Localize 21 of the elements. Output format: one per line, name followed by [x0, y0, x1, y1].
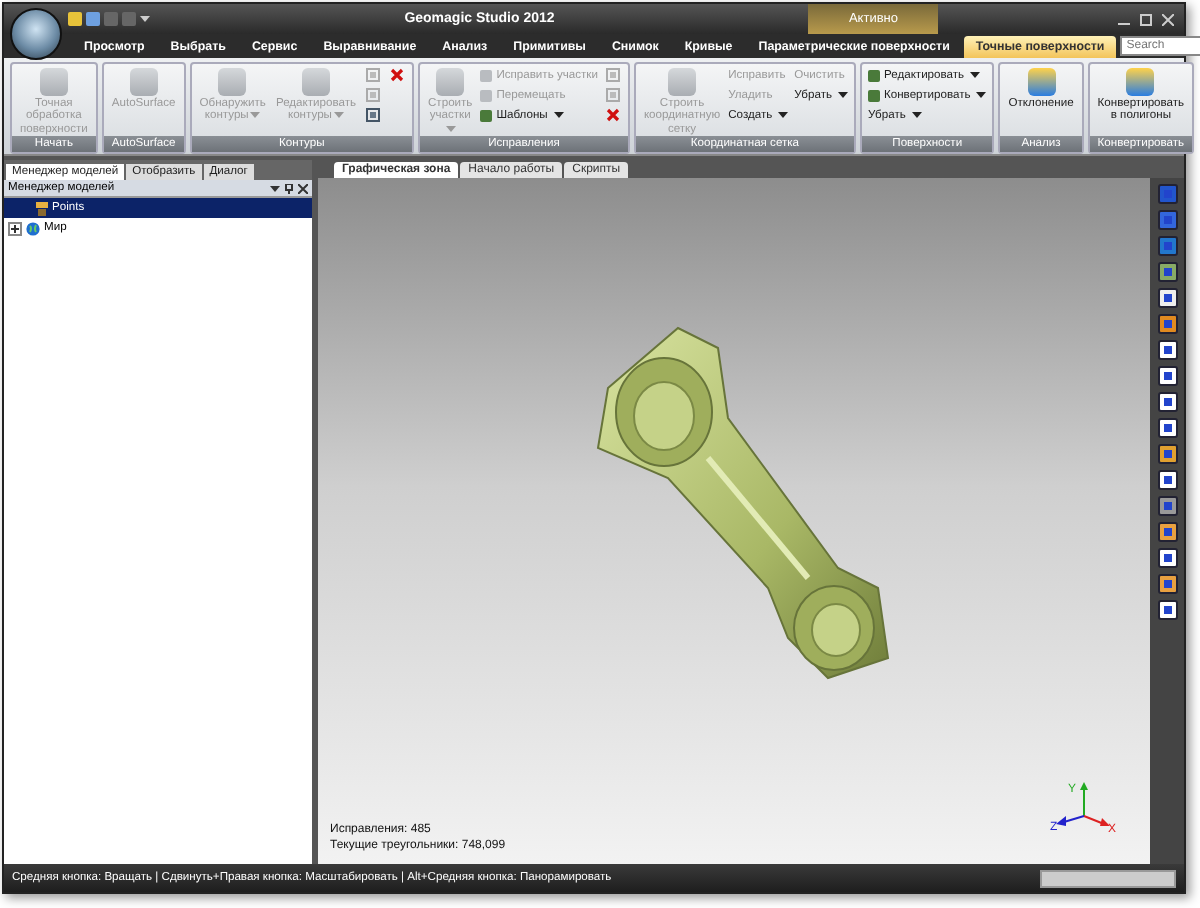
caret-icon	[250, 112, 261, 119]
caret-icon	[333, 112, 344, 119]
tool-icon[interactable]	[366, 108, 380, 122]
status-panel	[1040, 869, 1176, 887]
caret-icon	[976, 92, 987, 98]
caret-icon	[970, 72, 981, 78]
maximize-icon[interactable]	[1140, 13, 1152, 25]
pin-icon[interactable]	[284, 183, 294, 193]
caret-icon	[446, 125, 457, 132]
caret-icon	[911, 112, 922, 118]
caret-icon[interactable]	[140, 16, 150, 22]
close-icon[interactable]	[298, 183, 308, 193]
point-cloud-icon	[36, 201, 48, 215]
expand-icon[interactable]	[8, 221, 22, 235]
delete-icon[interactable]	[605, 108, 620, 122]
caret-icon	[778, 112, 789, 118]
delete-icon[interactable]	[390, 68, 404, 82]
caret-icon	[838, 92, 848, 98]
axis-triad-drawing	[1056, 782, 1110, 826]
globe-icon	[26, 221, 40, 235]
caret-icon	[553, 112, 564, 118]
